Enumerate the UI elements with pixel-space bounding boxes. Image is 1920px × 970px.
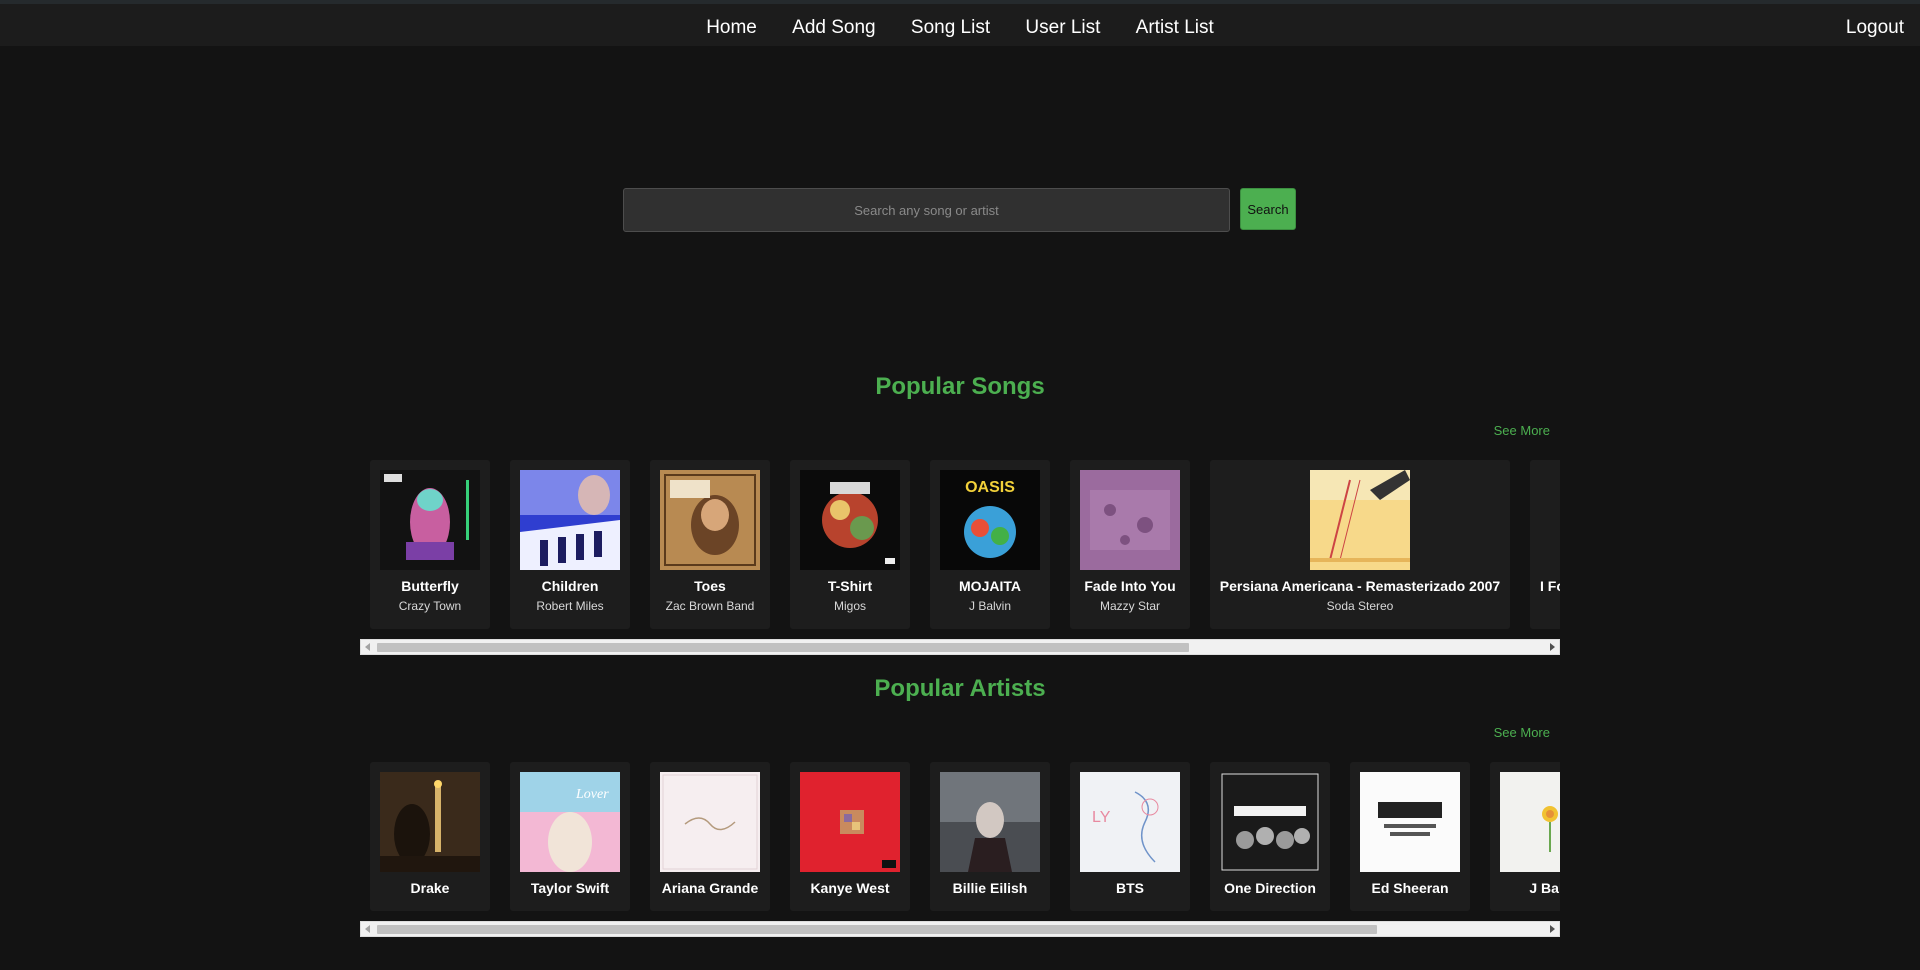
scrollbar-thumb[interactable]	[377, 925, 1377, 934]
artist-image	[1360, 772, 1460, 872]
artist-name: Kanye West	[810, 880, 890, 896]
album-cover-image	[1080, 470, 1180, 570]
artist-card[interactable]: LY BTS	[1070, 762, 1190, 911]
artist-image	[660, 772, 760, 872]
search-input[interactable]	[623, 188, 1230, 232]
artist-card[interactable]: Billie Eilish	[930, 762, 1050, 911]
artist-image	[1500, 772, 1560, 872]
song-title: Butterfly	[401, 578, 459, 594]
search-button[interactable]: Search	[1240, 188, 1296, 230]
artist-card[interactable]: Ariana Grande	[650, 762, 770, 911]
popular-songs-carousel[interactable]: Butterfly Crazy Town Children Robert Mil…	[360, 460, 1560, 629]
artist-name: Ed Sheeran	[1371, 880, 1449, 896]
scroll-right-arrow-icon[interactable]	[1550, 643, 1555, 651]
artist-card[interactable]: J Balv	[1490, 762, 1560, 911]
artist-name: Ariana Grande	[661, 880, 759, 896]
song-card[interactable]: I Fo	[1530, 460, 1560, 629]
popular-artists-heading: Popular Artists	[874, 675, 1046, 702]
song-title: Children	[541, 578, 599, 594]
artists-see-more-link[interactable]: See More	[1494, 725, 1550, 740]
artist-name: One Direction	[1224, 880, 1316, 896]
artist-image	[800, 772, 900, 872]
artist-card[interactable]: Kanye West	[790, 762, 910, 911]
song-artist: Crazy Town	[398, 599, 462, 613]
artist-image: Lover	[520, 772, 620, 872]
song-card[interactable]: OASIS MOJAITA J Balvin	[930, 460, 1050, 629]
song-card[interactable]: Children Robert Miles	[510, 460, 630, 629]
artist-card[interactable]: One Direction	[1210, 762, 1330, 911]
artist-image	[1220, 772, 1320, 872]
song-card[interactable]: T-Shirt Migos	[790, 460, 910, 629]
artist-image	[940, 772, 1040, 872]
artists-horizontal-scrollbar[interactable]	[360, 921, 1560, 937]
song-artist: J Balvin	[968, 599, 1012, 613]
song-title: Persiana Americana - Remasterizado 2007	[1219, 578, 1501, 594]
song-card[interactable]: Butterfly Crazy Town	[370, 460, 490, 629]
album-cover-image	[520, 470, 620, 570]
popular-songs-heading: Popular Songs	[875, 373, 1045, 400]
popular-artists-carousel[interactable]: Drake Lover Taylor Swift Ariana Grande K…	[360, 762, 1560, 911]
nav-song-list-link[interactable]: Song List	[911, 14, 990, 41]
song-artist: Robert Miles	[536, 599, 604, 613]
song-artist: Zac Brown Band	[665, 599, 755, 613]
song-card[interactable]: Persiana Americana - Remasterizado 2007 …	[1210, 460, 1510, 629]
song-title: MOJAITA	[959, 578, 1021, 594]
song-artist: Soda Stereo	[1326, 599, 1394, 613]
artist-image	[380, 772, 480, 872]
nav-home-link[interactable]: Home	[706, 14, 757, 41]
svg-text:OASIS: OASIS	[965, 479, 1015, 496]
album-cover-image	[380, 470, 480, 570]
nav-user-list-link[interactable]: User List	[1025, 14, 1100, 41]
song-title: Fade Into You	[1084, 578, 1176, 594]
artist-card[interactable]: Lover Taylor Swift	[510, 762, 630, 911]
album-cover-image	[1310, 470, 1410, 570]
songs-horizontal-scrollbar[interactable]	[360, 639, 1560, 655]
album-cover-image	[660, 470, 760, 570]
scroll-left-arrow-icon[interactable]	[365, 643, 370, 651]
song-title: T-Shirt	[827, 578, 873, 594]
nav-artist-list-link[interactable]: Artist List	[1136, 14, 1214, 41]
scroll-right-arrow-icon[interactable]	[1550, 925, 1555, 933]
scroll-left-arrow-icon[interactable]	[365, 925, 370, 933]
artist-name: J Balv	[1529, 880, 1560, 896]
logout-link[interactable]: Logout	[1846, 14, 1904, 41]
artist-name: Billie Eilish	[952, 880, 1028, 896]
album-cover-image	[800, 470, 900, 570]
song-card[interactable]: Toes Zac Brown Band	[650, 460, 770, 629]
artist-name: Drake	[410, 880, 450, 896]
song-title: I Fo	[1540, 578, 1560, 594]
scrollbar-thumb[interactable]	[377, 643, 1189, 652]
artist-card[interactable]: Ed Sheeran	[1350, 762, 1470, 911]
song-title: Toes	[694, 578, 726, 594]
artist-card[interactable]: Drake	[370, 762, 490, 911]
main-nav: Home Add Song Song List User List Artist…	[0, 14, 1920, 41]
song-card[interactable]: Fade Into You Mazzy Star	[1070, 460, 1190, 629]
nav-add-song-link[interactable]: Add Song	[792, 14, 875, 41]
top-navbar: Home Add Song Song List User List Artist…	[0, 0, 1920, 46]
artist-name: Taylor Swift	[530, 880, 610, 896]
songs-see-more-link[interactable]: See More	[1494, 423, 1550, 438]
song-artist: Migos	[833, 599, 866, 613]
artist-image: LY	[1080, 772, 1180, 872]
album-cover-image: OASIS	[940, 470, 1040, 570]
svg-text:Lover: Lover	[575, 787, 609, 802]
svg-text:LY: LY	[1092, 809, 1111, 826]
artist-name: BTS	[1116, 880, 1144, 896]
song-artist: Mazzy Star	[1099, 599, 1160, 613]
